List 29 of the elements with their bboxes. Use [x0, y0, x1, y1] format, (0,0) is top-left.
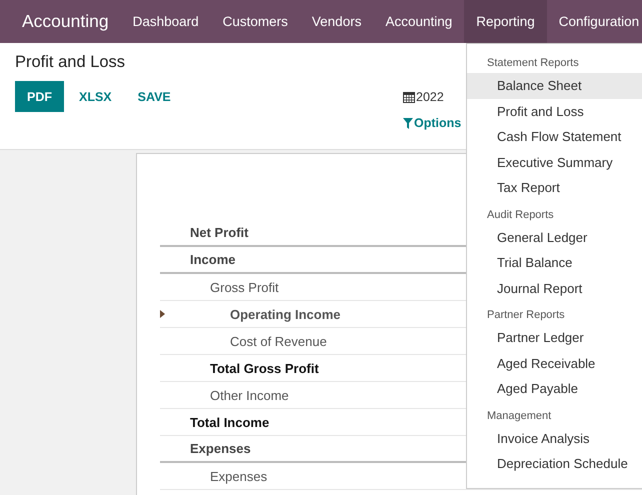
section-header: Statement Reports	[486, 56, 580, 71]
section-header: Audit Reports	[486, 208, 555, 222]
caret-icon[interactable]	[160, 310, 165, 318]
dropdown-item[interactable]: Trial Balance	[467, 250, 642, 276]
dropdown-item[interactable]: Executive Summary	[467, 150, 642, 175]
menu-item[interactable]: Dashboard	[120, 0, 211, 43]
date-filter[interactable]: 2022	[403, 90, 444, 104]
dropdown-item[interactable]: General Ledger	[467, 224, 642, 250]
dropdown-item[interactable]: Profit and Loss	[467, 98, 642, 124]
filter-icon	[403, 118, 413, 128]
menu-item[interactable]: Reporting	[464, 0, 547, 43]
page-title: Profit and Loss	[15, 53, 126, 72]
dropdown-item[interactable]: Balance Sheet	[467, 73, 642, 98]
primary-button[interactable]: PDF	[15, 81, 64, 112]
text-button[interactable]: XLSX	[68, 81, 123, 112]
calendar-icon	[403, 91, 415, 103]
dropdown-item[interactable]: Journal Report	[467, 276, 642, 301]
section-header: Partner Reports	[486, 308, 566, 323]
section-header: Management	[486, 408, 552, 424]
dropdown-item[interactable]: Tax Report	[467, 175, 642, 200]
text-button[interactable]: SAVE	[126, 81, 182, 112]
menu-item[interactable]: Customers	[210, 0, 300, 43]
app-title[interactable]: Accounting	[22, 11, 109, 32]
menu-item[interactable]: Configuration	[546, 0, 642, 43]
menu-item[interactable]: Accounting	[373, 0, 464, 43]
options-filter[interactable]: Options	[403, 116, 462, 130]
dropdown-item[interactable]: Partner Ledger	[467, 325, 642, 350]
dropdown-item[interactable]: Cash Flow Statement	[467, 124, 642, 150]
menu-item[interactable]: Vendors	[300, 0, 374, 43]
